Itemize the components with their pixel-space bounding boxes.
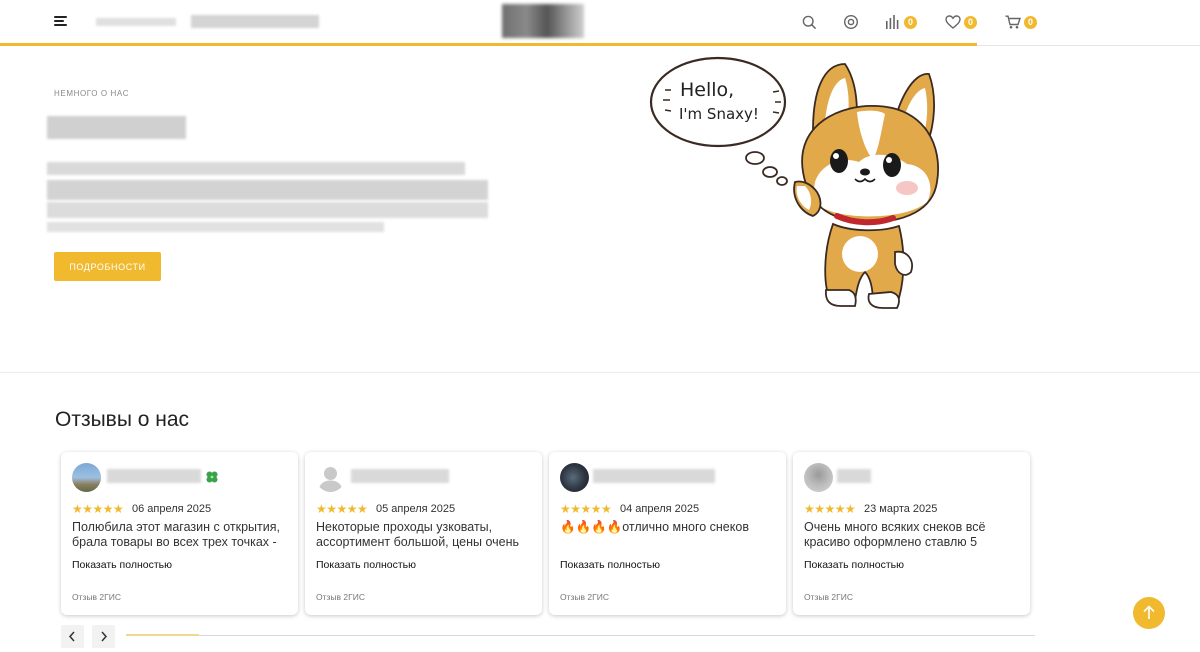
carousel-scrollbar-track[interactable]	[126, 635, 1035, 636]
compare-icon	[886, 15, 899, 29]
review-source: Отзыв 2ГИС	[72, 592, 121, 602]
reviewer-name-blurred	[107, 469, 201, 483]
section-divider	[0, 372, 1200, 373]
speech-line-1: Hello,	[680, 79, 734, 101]
review-text: Некоторые проходы узковаты, ассортимент …	[316, 520, 520, 549]
show-more-link[interactable]: Показать полностью	[560, 559, 660, 571]
reviewer-name-blurred	[593, 469, 715, 483]
review-text: 🔥🔥🔥🔥отлично много снеков	[560, 520, 749, 534]
search-button[interactable]	[802, 12, 817, 32]
review-card-2: ★★★★★ 05 апреля 2025 Некоторые проходы у…	[305, 452, 542, 615]
rating-stars: ★★★★★	[316, 502, 368, 516]
review-card-1: ★★★★★ 06 апреля 2025 Полюбила этот магаз…	[61, 452, 298, 615]
review-source: Отзыв 2ГИС	[804, 592, 853, 602]
favorites-button[interactable]: 0	[945, 12, 977, 32]
cart-button[interactable]: 0	[1005, 12, 1037, 32]
show-more-link[interactable]: Показать полностью	[72, 559, 172, 571]
default-avatar-icon	[316, 463, 345, 492]
about-text-line-4-blurred	[47, 222, 384, 232]
reviewer-avatar	[804, 463, 833, 492]
review-source: Отзыв 2ГИС	[316, 592, 365, 602]
speech-bubble	[649, 56, 787, 148]
about-heading-blurred	[47, 116, 186, 139]
header-accent-line	[0, 43, 977, 46]
reviewer-name-blurred	[351, 469, 449, 483]
review-text: Очень много всяких снеков всё красиво оф…	[804, 520, 986, 549]
carousel-next-button[interactable]	[92, 625, 115, 648]
show-more-link[interactable]: Показать полностью	[316, 559, 416, 571]
search-icon	[802, 15, 817, 29]
rating-stars: ★★★★★	[72, 502, 124, 516]
site-logo[interactable]	[502, 4, 584, 38]
site-header: 0 0 0	[0, 0, 1200, 46]
chevron-left-icon	[68, 631, 75, 642]
corgi-mascot-illustration: Hello, I'm Snaxy!	[649, 56, 939, 309]
heart-icon	[945, 15, 961, 29]
account-icon	[843, 14, 859, 30]
carousel-prev-button[interactable]	[61, 625, 84, 648]
header-link-blurred[interactable]	[96, 18, 176, 26]
header-divider	[977, 45, 1200, 46]
reviews-heading: Отзывы о нас	[55, 408, 190, 431]
rating-stars: ★★★★★	[560, 502, 612, 516]
menu-icon[interactable]	[54, 15, 68, 27]
account-button[interactable]	[843, 12, 859, 32]
review-date: 05 апреля 2025	[376, 503, 456, 515]
scroll-to-top-button[interactable]	[1133, 597, 1165, 629]
review-card-4: ★★★★★ 23 марта 2025 Очень много всяких с…	[793, 452, 1030, 615]
compare-button[interactable]: 0	[885, 12, 917, 32]
rating-stars: ★★★★★	[804, 502, 856, 516]
clover-icon	[206, 471, 218, 483]
reviewer-avatar	[72, 463, 101, 492]
chevron-right-icon	[101, 631, 108, 642]
review-text: Полюбила этот магазин с открытия, брала …	[72, 520, 280, 549]
header-phone-blurred[interactable]	[191, 15, 319, 28]
about-text-line-1-blurred	[47, 162, 465, 175]
reviewer-name-blurred	[837, 469, 871, 483]
speech-line-2: I'm Snaxy!	[679, 105, 759, 123]
details-button[interactable]: ПОДРОБНОСТИ	[54, 252, 161, 281]
compare-count-badge: 0	[904, 15, 917, 29]
review-date: 23 марта 2025	[864, 503, 938, 515]
favorites-count-badge: 0	[964, 15, 977, 29]
review-date: 04 апреля 2025	[620, 503, 700, 515]
review-source: Отзыв 2ГИС	[560, 592, 609, 602]
reviewer-avatar	[560, 463, 589, 492]
arrow-up-icon	[1143, 605, 1155, 619]
about-eyebrow: НЕМНОГО О НАС	[54, 89, 130, 98]
cart-count-badge: 0	[1024, 15, 1037, 29]
about-text-line-2-blurred	[47, 180, 488, 200]
about-text-line-3-blurred	[47, 202, 488, 218]
review-date: 06 апреля 2025	[132, 503, 212, 515]
show-more-link[interactable]: Показать полностью	[804, 559, 904, 571]
carousel-scrollbar-thumb[interactable]	[126, 634, 199, 636]
review-card-3: ★★★★★ 04 апреля 2025 🔥🔥🔥🔥отлично много с…	[549, 452, 786, 615]
cart-icon	[1005, 15, 1021, 29]
